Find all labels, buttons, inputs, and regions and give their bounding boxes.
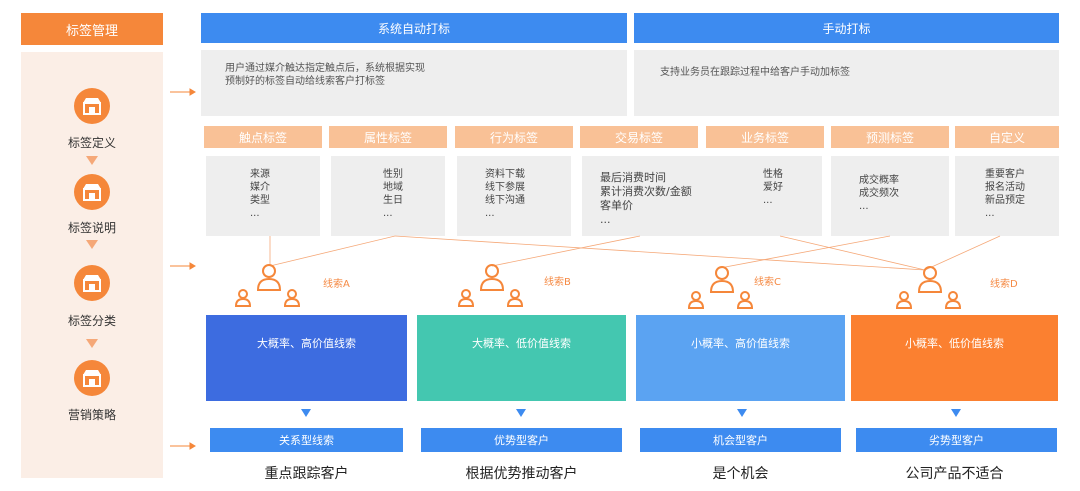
strategy-text: 是个机会 [712, 466, 769, 482]
type-disadvantage-customer: 劣势型客户 [856, 428, 1057, 452]
type-advantage-customer: 优势型客户 [421, 428, 622, 452]
person-group-icon [234, 264, 301, 307]
tag-to-lead-lines [269, 235, 1001, 271]
quadrant-high-prob-high-value: 大概率、高价值线索 [206, 315, 407, 401]
strategy-text: 重点跟踪客户 [264, 466, 349, 482]
down-arrow [516, 409, 526, 417]
lead-label-a: 线索A [323, 279, 350, 290]
strategy-text: 根据优势推动客户 [465, 466, 578, 482]
strategy-text: 公司产品不适合 [905, 466, 1004, 482]
person-group-icon [457, 264, 524, 307]
lead-label-b: 线索B [544, 277, 571, 288]
quadrant-low-prob-low-value: 小概率、低价值线索 [851, 315, 1058, 401]
lead-label-c: 线索C [754, 277, 781, 288]
quadrant-high-prob-low-value: 大概率、低价值线索 [417, 315, 626, 401]
person-group-icon [687, 266, 754, 309]
quadrant-low-prob-high-value: 小概率、高价值线索 [636, 315, 845, 401]
down-arrow [301, 409, 311, 417]
down-arrow [951, 409, 961, 417]
person-group-icon [895, 266, 962, 309]
type-relationship-lead: 关系型线索 [210, 428, 403, 452]
lead-label-d: 线索D [990, 279, 1018, 290]
type-opportunity-customer: 机会型客户 [640, 428, 841, 452]
down-arrow [737, 409, 747, 417]
